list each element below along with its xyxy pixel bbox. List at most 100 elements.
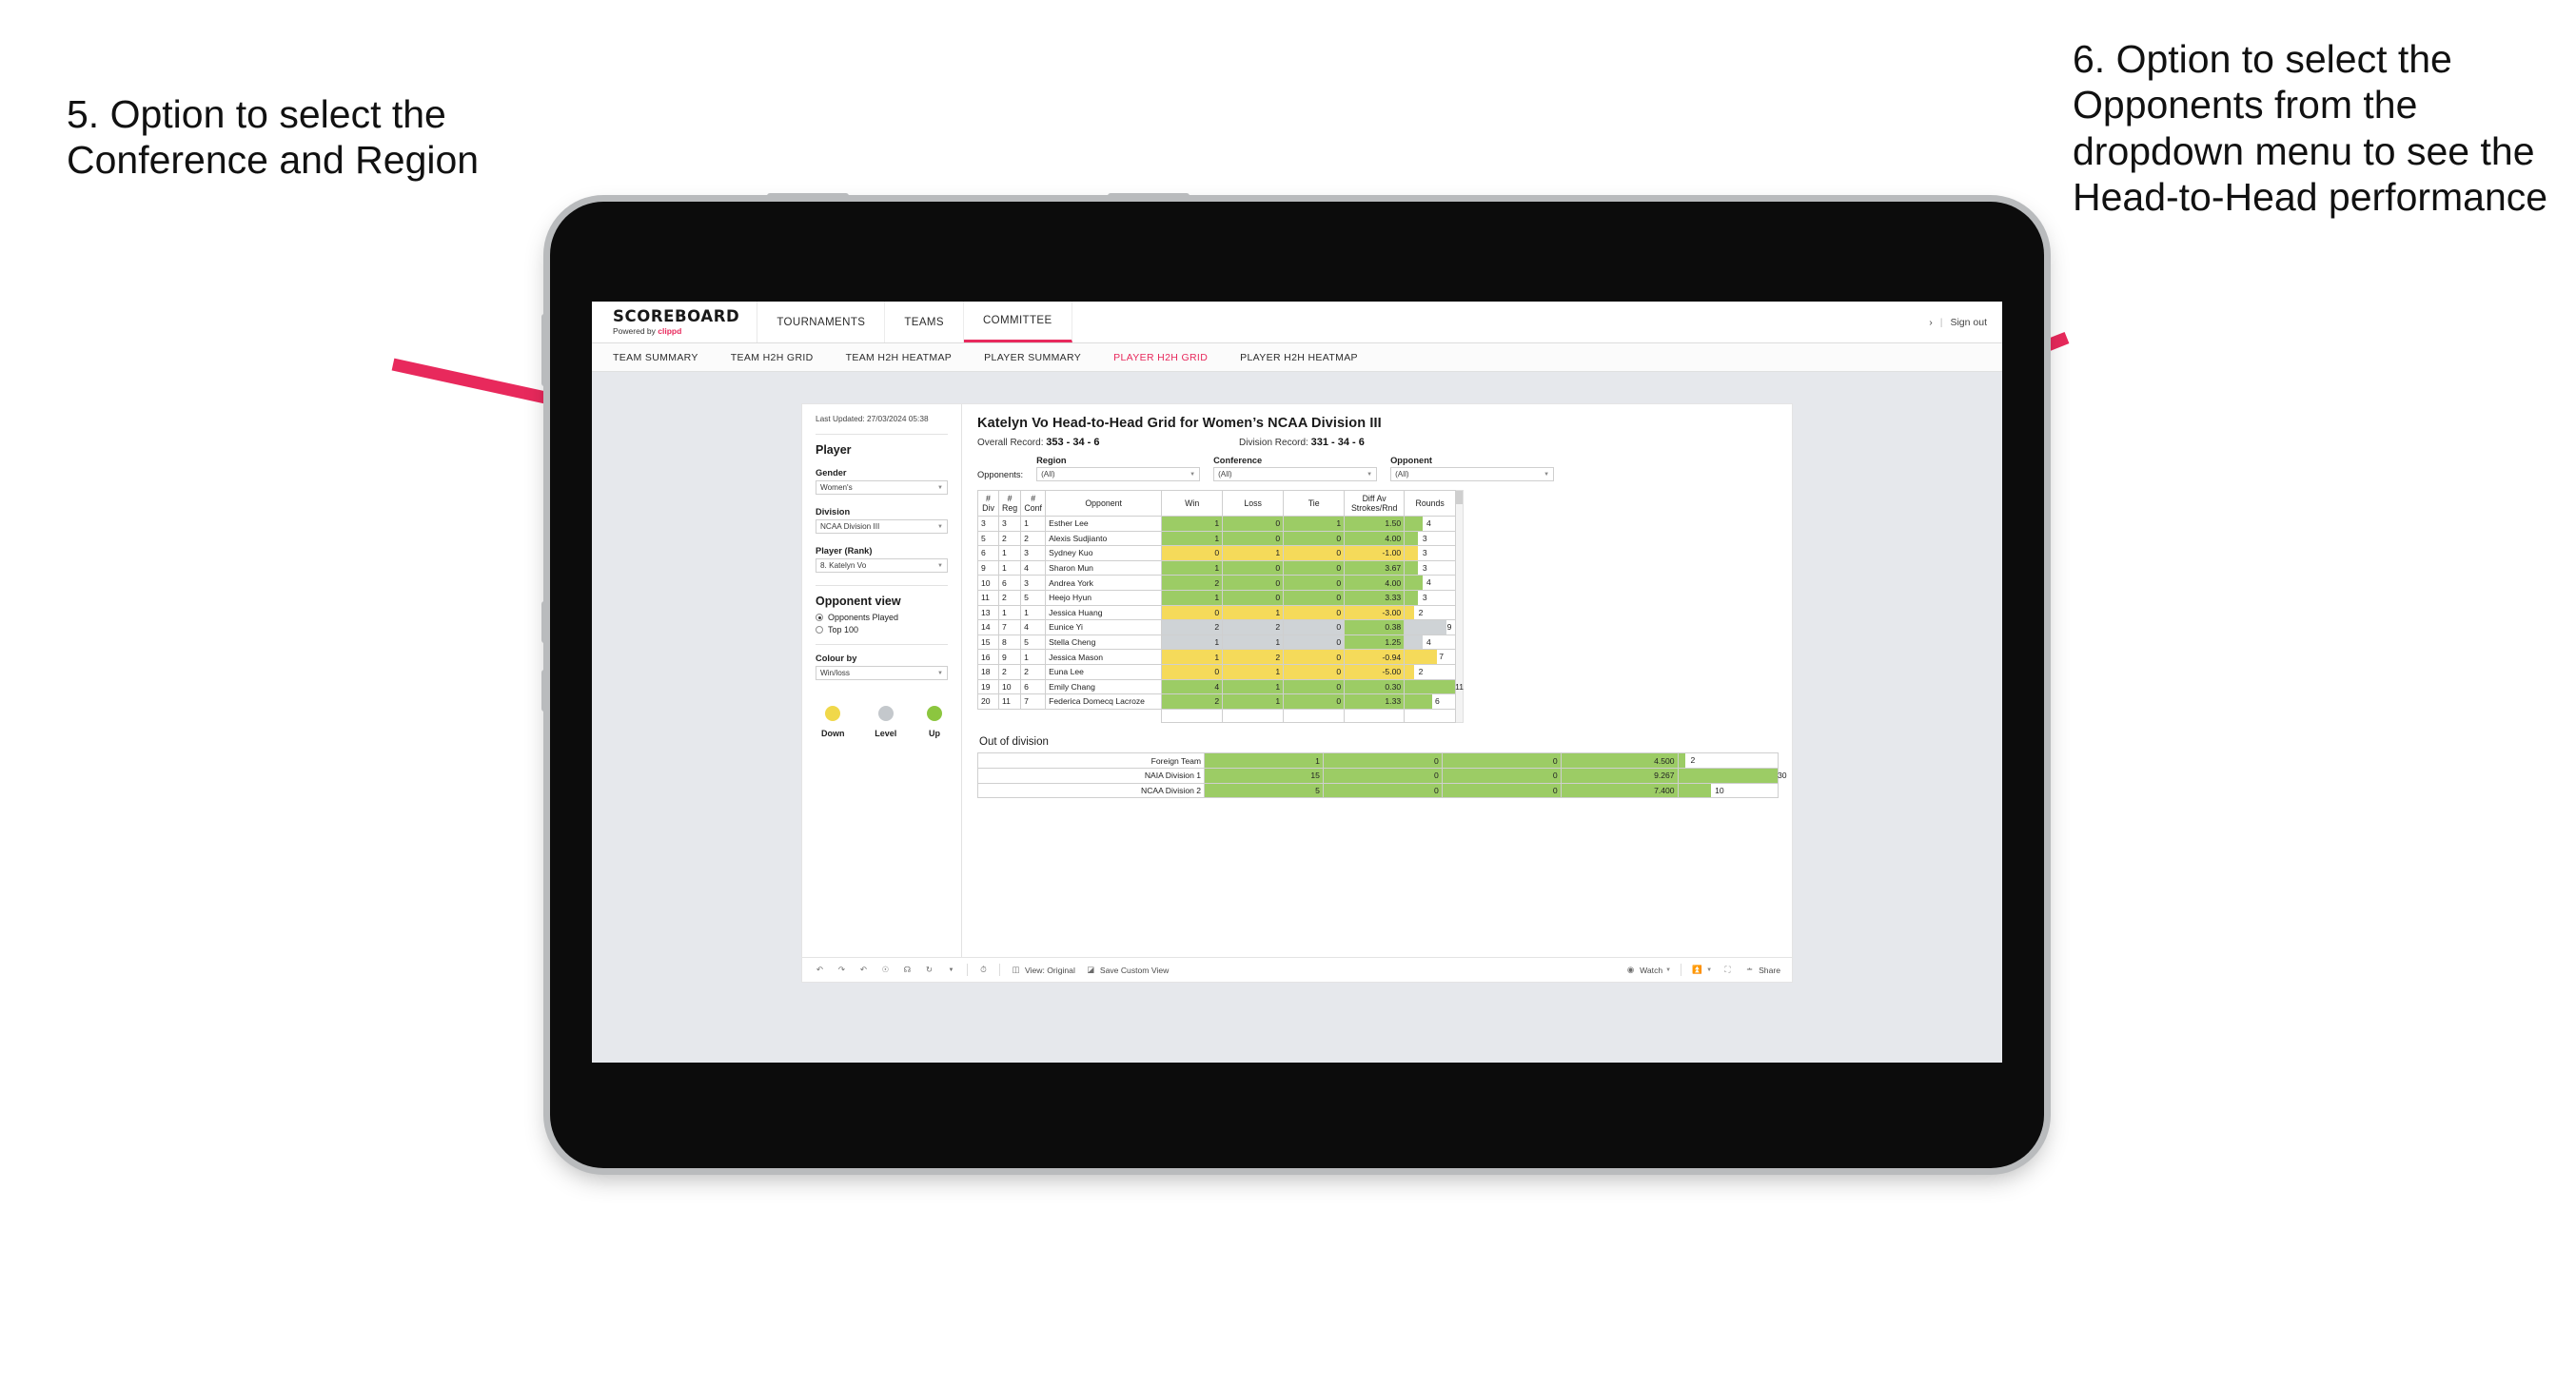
legend-down: Down xyxy=(821,706,845,738)
table-row[interactable]: 18 2 2 Euna Lee 0 1 0 -5.00 2 xyxy=(977,663,1457,680)
nav-item-tournaments[interactable]: TOURNAMENTS xyxy=(757,302,886,342)
grid-empty-space xyxy=(977,708,1457,724)
cell-div: 19 xyxy=(977,678,999,695)
grid-col-header-0: # Div xyxy=(977,490,999,517)
reset-icon[interactable]: ↻ xyxy=(923,964,935,976)
legend-swatch-level xyxy=(877,706,894,722)
cell-tie: 0 xyxy=(1441,767,1562,784)
view-original-button[interactable]: ◫ View: Original xyxy=(1010,964,1074,976)
table-row[interactable]: 19106Emily Chang4100.3011 xyxy=(977,678,1464,695)
brand-logo[interactable]: SCOREBOARD Powered by clippd xyxy=(592,302,758,342)
legend-swatch-down xyxy=(825,706,841,722)
chevron-down-icon[interactable]: ▼ xyxy=(945,964,957,976)
power-button[interactable] xyxy=(541,314,547,386)
viz-toolbar: ↶ ↷ ↶ ☉ ☊ ↻ ▼ ⏱ ◫ View: Original ◪ Save … xyxy=(802,957,1792,982)
conference-filter-select[interactable]: (All) ▼ xyxy=(1213,467,1378,481)
table-row[interactable]: 15 8 5 Stella Cheng 1 1 0 1.25 4 xyxy=(977,634,1457,651)
subnav-player-h2h-grid[interactable]: PLAYER H2H GRID xyxy=(1113,352,1208,363)
download-button[interactable]: ⏫ ▼ xyxy=(1691,964,1712,976)
subnav-player-summary[interactable]: PLAYER SUMMARY xyxy=(984,352,1081,363)
cell-tie: 0 xyxy=(1283,530,1346,547)
cell-win: 15 xyxy=(1204,767,1324,784)
nav-item-committee[interactable]: COMMITTEE xyxy=(963,302,1072,342)
divider xyxy=(816,644,948,646)
undo-icon[interactable]: ↶ xyxy=(814,964,826,976)
legend-label-up: Up xyxy=(928,729,940,739)
cell-win: 0 xyxy=(1161,604,1224,621)
out-of-division-row[interactable]: NAIA Division 1 15 0 0 9.267 30 xyxy=(976,767,1787,784)
table-row[interactable]: 13 1 1 Jessica Huang 0 1 0 -3.00 2 xyxy=(977,604,1457,621)
fullscreen-icon[interactable]: ⛶ xyxy=(1721,964,1734,976)
colour-by-select[interactable]: Win/loss ▼ xyxy=(816,666,948,681)
table-row[interactable]: 3 3 1 Esther Lee 1 0 1 1.50 4 xyxy=(977,516,1457,532)
table-row[interactable]: 5 2 2 Alexis Sudjianto 1 0 0 4.00 3 xyxy=(977,530,1457,547)
gender-select[interactable]: Women's ▼ xyxy=(816,480,948,496)
cell-win: 1 xyxy=(1161,559,1224,576)
table-row[interactable]: 14 7 4 Eunice Yi 2 2 0 0.38 9 xyxy=(977,619,1457,635)
revert-icon[interactable]: ↶ xyxy=(857,964,870,976)
cell-rounds: 3 xyxy=(1404,545,1457,561)
subnav-team-h2h-heatmap[interactable]: TEAM H2H HEATMAP xyxy=(846,352,953,363)
table-row[interactable]: 16 9 1 Jessica Mason 1 2 0 -0.94 7 xyxy=(977,649,1457,665)
view-icon: ◫ xyxy=(1012,965,1020,974)
out-of-division-row[interactable]: NCAA Division 2 5 0 0 7.400 10 xyxy=(976,782,1780,799)
table-row[interactable]: 20 11 7 Federica Domecq Lacroze 2 1 0 1.33 6 xyxy=(977,693,1457,710)
cell-opponent: Heejo Hyun xyxy=(1045,589,1163,606)
radio-opponents-played[interactable]: Opponents Played xyxy=(816,613,948,622)
table-row[interactable]: 6 1 3 Sydney Kuo 0 1 0 -1.00 3 xyxy=(977,545,1457,561)
refresh-data-icon[interactable]: ☉ xyxy=(879,964,892,976)
cell-rounds: 3 xyxy=(1404,589,1457,606)
cell-opponent: Andrea York xyxy=(1045,575,1163,591)
viz-canvas: Last Updated: 27/03/2024 05:38 Player Ge… xyxy=(592,372,2002,1062)
cell-diff: 1.25 xyxy=(1344,634,1406,651)
chevron-down-icon: ▼ xyxy=(1190,471,1196,478)
player-rank-select[interactable]: 8. Katelyn Vo ▼ xyxy=(816,558,948,574)
table-row[interactable]: 9 1 4 Sharon Mun 1 0 0 3.67 3 xyxy=(977,559,1457,576)
viz-filter-row: Opponents: Region (All) ▼ Conference (Al… xyxy=(977,456,1779,481)
cell-diff: 7.400 xyxy=(1560,782,1679,799)
region-filter-select[interactable]: (All) ▼ xyxy=(1036,467,1201,481)
cell-conf: 4 xyxy=(1020,619,1047,635)
redo-icon[interactable]: ↷ xyxy=(836,964,848,976)
table-row[interactable]: 10 6 3 Andrea York 2 0 0 4.00 4 xyxy=(977,575,1457,591)
cell-diff: 0.30 xyxy=(1344,678,1406,695)
table-row[interactable]: 11 2 5 Heejo Hyun 1 0 0 3.33 3 xyxy=(977,589,1457,606)
cell-conf: 3 xyxy=(1020,575,1047,591)
share-button[interactable]: ∸ Share xyxy=(1743,964,1780,976)
opponent-filter-select[interactable]: (All) ▼ xyxy=(1390,467,1555,481)
account-chevron-icon[interactable]: › xyxy=(1929,317,1933,328)
volume-down-button[interactable] xyxy=(541,670,547,712)
out-of-division-row[interactable]: Foreign Team 1 0 0 4.500 2 xyxy=(976,752,1780,769)
cell-conf: 5 xyxy=(1020,634,1047,651)
cell-win: 4 xyxy=(1161,678,1224,695)
share-label: Share xyxy=(1759,965,1780,975)
grid-scrollbar-thumb[interactable] xyxy=(1456,491,1464,504)
cell-loss: 1 xyxy=(1222,693,1285,710)
gender-value: Women's xyxy=(820,483,853,493)
cell-loss: 1 xyxy=(1222,663,1285,680)
grid-col-header-1: # Reg xyxy=(997,490,1022,517)
cell-group-name: Foreign Team xyxy=(976,752,1206,769)
cell-rounds: 2 xyxy=(1404,663,1457,680)
tablet-device-frame: SCOREBOARD Powered by clippd TOURNAMENTS… xyxy=(541,193,2044,1168)
clock-icon[interactable]: ⏱ xyxy=(977,964,990,976)
cell-reg: 2 xyxy=(997,663,1022,680)
subnav-player-h2h-heatmap[interactable]: PLAYER H2H HEATMAP xyxy=(1240,352,1358,363)
nav-item-teams[interactable]: TEAMS xyxy=(885,302,964,342)
watch-button[interactable]: ◉ Watch ▼ xyxy=(1624,964,1671,976)
sign-out-link[interactable]: Sign out xyxy=(1950,317,1987,328)
subnav-team-summary[interactable]: TEAM SUMMARY xyxy=(613,352,698,363)
division-select[interactable]: NCAA Division III ▼ xyxy=(816,519,948,535)
cell-win: 1 xyxy=(1161,589,1224,606)
save-custom-view-button[interactable]: ◪ Save Custom View xyxy=(1085,964,1169,976)
subnav-team-h2h-grid[interactable]: TEAM H2H GRID xyxy=(731,352,814,363)
cell-conf: 1 xyxy=(1020,649,1047,665)
radio-top-100[interactable]: Top 100 xyxy=(816,625,948,634)
radio-top-100-label: Top 100 xyxy=(828,625,859,635)
volume-up-button[interactable] xyxy=(541,601,547,643)
divider xyxy=(816,434,948,436)
brand-tagline: Powered by clippd xyxy=(613,326,682,336)
pause-refresh-icon[interactable]: ☊ xyxy=(901,964,914,976)
filter-panel: Last Updated: 27/03/2024 05:38 Player Ge… xyxy=(802,404,962,957)
cell-reg: 7 xyxy=(997,619,1022,635)
